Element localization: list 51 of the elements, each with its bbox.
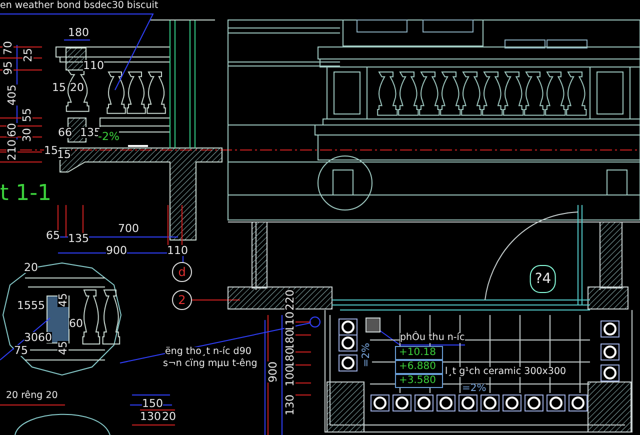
dimension-text: 70 (2, 41, 14, 55)
dimension-text: 20 (162, 411, 176, 422)
dimension-text: 210 (6, 140, 18, 160)
level-tag: +10.18 (395, 346, 443, 360)
dimension-text: 55 (22, 108, 32, 122)
dimension-text: 405 (6, 84, 18, 106)
dimension-text: 66 (58, 127, 72, 138)
slope-text: -2% (98, 131, 120, 142)
dimension-text: 3060 (24, 332, 52, 343)
dimension-text: 20 (24, 262, 38, 273)
annotation-text: s¬n cïng mµu t-êng (163, 359, 258, 368)
level-tag: +3.580 (395, 374, 443, 388)
dimension-text: 110 (83, 60, 104, 71)
dimension-text: 30 (22, 128, 32, 142)
dimension-text: 45 (58, 341, 68, 355)
slope-text: =2% (462, 384, 486, 394)
axis-marker: 2 (172, 290, 192, 310)
dimension-text: 20 (70, 82, 84, 93)
dimension-text: 75 (14, 345, 28, 356)
dimension-text: 150 (142, 398, 163, 409)
dimension-text: 220 (284, 290, 296, 310)
dimension-text: 25 (22, 48, 34, 62)
dimension-text: 110 (167, 245, 188, 256)
dimension-lines (130, 394, 176, 426)
dimension-text: 135 (68, 233, 89, 244)
room-tag: ?4 (530, 265, 556, 293)
leader-line (0, 404, 66, 406)
annotation-text: l¸t g¹ch ceramic 300x300 (445, 367, 566, 376)
dimension-text: 900 (268, 362, 278, 382)
annotation-text: en weather bond bsdec30 biscuit (0, 1, 158, 10)
dimension-text: 15 (44, 145, 58, 156)
dimension-text: 15 (57, 149, 71, 160)
annotation-text: phÔu thu n-íc (400, 333, 465, 342)
dimension-text: 130 (140, 411, 161, 422)
dimension-text: 100 (284, 366, 296, 386)
dimension-text: 130 (284, 394, 296, 416)
dimension-text: 15 (52, 82, 66, 93)
dimension-text: 180 (68, 27, 89, 38)
dimension-text: 60 (69, 318, 83, 329)
level-tag: +6.880 (395, 360, 443, 374)
annotation-text: ëng tho¸t n-íc d90 (165, 347, 252, 356)
dimension-text: 65 (46, 230, 60, 241)
dimension-text: 900 (106, 245, 127, 256)
annotation-text: 20 rêng 20 (6, 391, 58, 400)
dimension-text: 45 (58, 293, 68, 307)
axis-marker: d (172, 262, 192, 282)
dimension-text: 700 (118, 223, 139, 234)
dimension-text: 95 (2, 61, 14, 75)
slope-text: =2% (362, 342, 372, 368)
dimension-text: 1555 (17, 300, 45, 311)
dimension-text: 60 (6, 123, 18, 137)
